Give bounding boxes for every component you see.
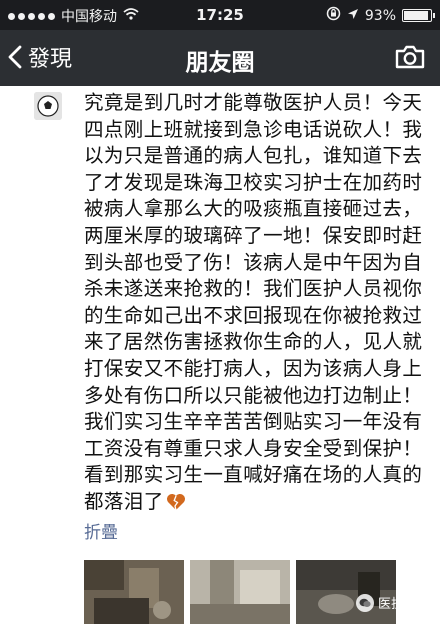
post-text: 究竟是到几时才能尊敬医护人员！今天四点刚上班就接到急诊电话说砍人！我以为只是普通… xyxy=(84,91,423,513)
watermark: 医护之家 xyxy=(355,593,430,612)
moments-post: 究竟是到几时才能尊敬医护人员！今天四点刚上班就接到急诊电话说砍人！我以为只是普通… xyxy=(0,86,440,624)
nav-bar: 發現 朋友圈 xyxy=(0,30,440,86)
rotation-lock-icon xyxy=(326,6,341,25)
wechat-official-account-icon xyxy=(355,593,374,612)
photo-thumbnail[interactable] xyxy=(296,560,396,624)
camera-icon xyxy=(394,45,426,74)
battery-fill xyxy=(404,11,429,20)
photo-thumbnail[interactable] xyxy=(190,560,290,624)
location-icon xyxy=(347,8,359,24)
page-title: 朋友圈 xyxy=(185,50,255,76)
collapse-link[interactable]: 折疊 xyxy=(84,518,118,543)
broken-heart-icon xyxy=(166,492,186,519)
status-bar: 中国移动 17:25 93% xyxy=(0,0,440,30)
battery-percent: 93% xyxy=(364,7,396,24)
camera-button[interactable] xyxy=(394,44,426,74)
photo-grid xyxy=(84,560,396,624)
battery-icon xyxy=(402,9,435,22)
status-icons: 93% xyxy=(326,6,435,25)
watermark-text: 医护之家 xyxy=(377,597,430,612)
avatar[interactable] xyxy=(34,92,62,120)
photo-thumbnail[interactable] xyxy=(84,560,184,624)
post-body: 究竟是到几时才能尊敬医护人员！今天四点刚上班就接到急诊电话说砍人！我以为只是普通… xyxy=(84,90,432,519)
